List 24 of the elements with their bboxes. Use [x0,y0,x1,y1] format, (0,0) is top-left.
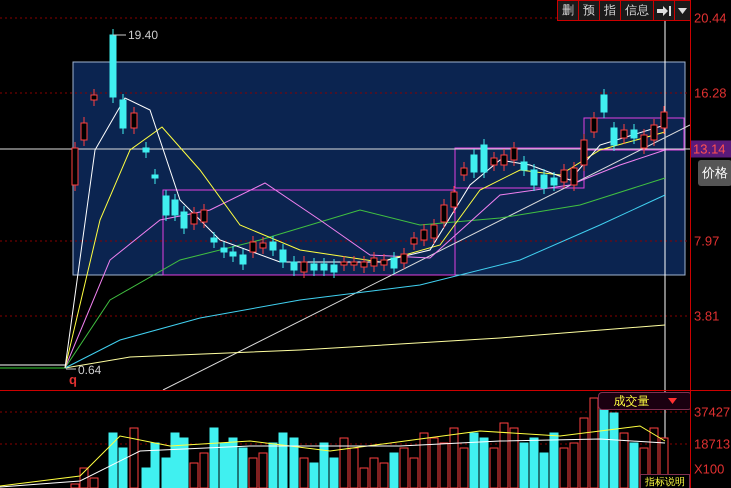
indicator-dropdown[interactable]: 成交量 [598,392,690,410]
leader-line [112,34,126,36]
price-axis-label: 3.81 [694,308,720,324]
low-price-label: 0.64 [78,363,102,377]
toolbar-button[interactable]: 预 [579,1,600,20]
toolbar-button[interactable]: 删 [558,1,579,20]
marker-label: q [69,372,77,387]
price-axis-label: 16.28 [694,86,727,100]
toolbar-button[interactable]: 信息 [621,1,654,20]
volume-unit-label: X100 [694,462,724,476]
baseline-line [0,364,66,366]
crosshair-price-label: 13.14 [691,140,731,158]
caret-icon[interactable] [675,1,690,20]
volume-axis-label: 37427 [694,404,730,420]
leader-line [66,368,76,370]
toolbar-button[interactable]: 指 [600,1,621,20]
volume-axis-label: 18713 [694,436,730,452]
indicator-help-button[interactable]: 指标说明 [640,474,690,488]
caret-icon [668,398,676,404]
price-axis-label: 20.44 [694,10,727,26]
price-button[interactable]: 价格 [698,160,731,186]
price-axis-label: 7.97 [694,234,720,248]
collapse-right-icon[interactable] [654,1,675,20]
high-price-label: 19.40 [128,28,158,42]
